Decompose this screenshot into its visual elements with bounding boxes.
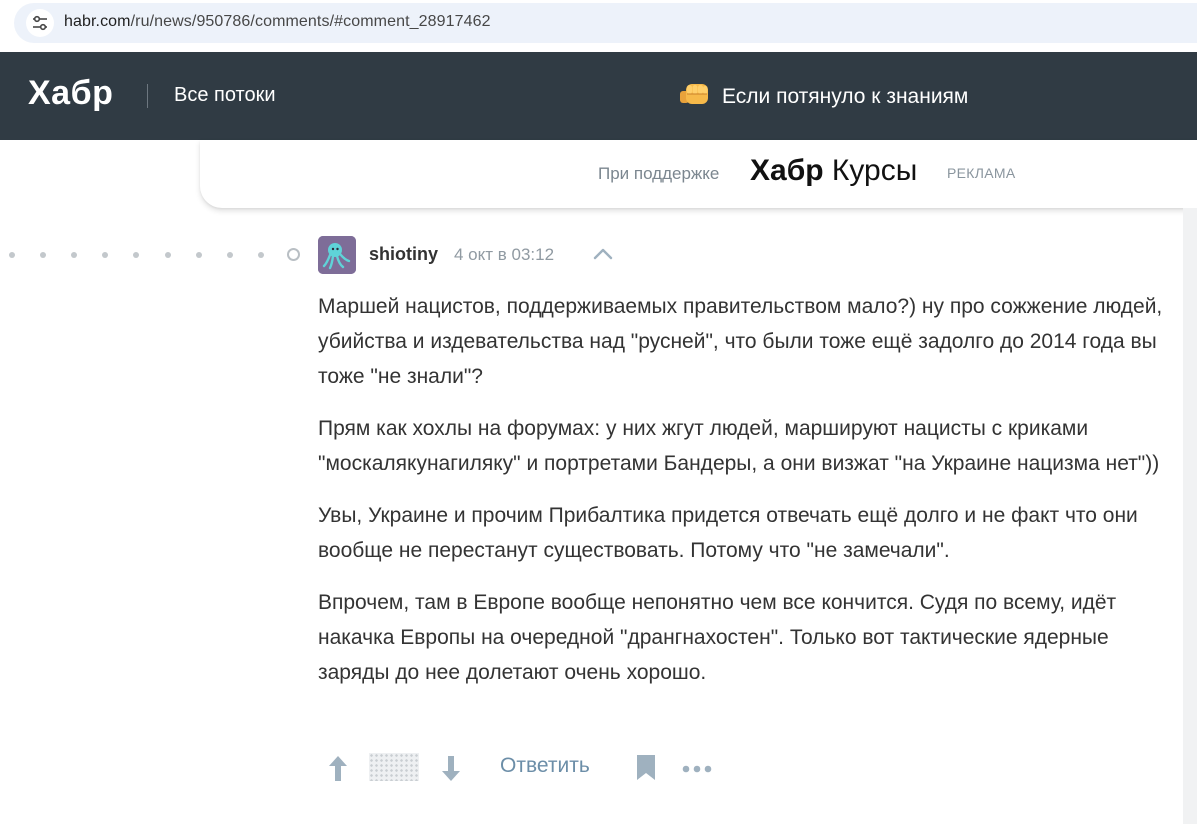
url-host: habr.com [64, 13, 131, 30]
ad-brand-regular: Курсы [823, 154, 918, 187]
thread-depth-indicator [0, 245, 310, 265]
thread-dot [196, 252, 202, 258]
arrow-up-icon[interactable] [326, 753, 350, 783]
browser-address-bar: habr.com/ru/news/950786/comments/#commen… [0, 0, 1197, 52]
comment-body: Маршей нацистов, поддерживаемых правител… [318, 289, 1178, 707]
comment-author[interactable]: shiotiny [369, 244, 438, 265]
arrow-down-icon[interactable] [439, 753, 463, 783]
all-flows-link[interactable]: Все потоки [174, 84, 276, 107]
reply-button[interactable]: Ответить [500, 754, 590, 778]
comment-paragraph: Увы, Украине и прочим Прибалтика придетс… [318, 504, 1138, 562]
bookmark-icon[interactable] [635, 753, 657, 781]
more-options-icon[interactable] [681, 761, 713, 773]
promo-banner[interactable]: Если потянуло к знаниям [678, 81, 968, 112]
comment-meta: shiotiny 4 окт в 03:12 [318, 236, 1178, 274]
habr-logo[interactable]: Хабр [28, 74, 113, 113]
site-settings-icon[interactable] [26, 9, 54, 37]
fist-emoji-icon [678, 81, 710, 112]
comment-paragraph: Впрочем, там в Европе вообще непонятно ч… [318, 591, 1117, 684]
avatar[interactable] [318, 236, 356, 274]
comment: shiotiny 4 окт в 03:12 Маршей нацистов, … [318, 236, 1178, 684]
promo-text: Если потянуло к знаниям [722, 84, 969, 108]
url-path: /ru/news/950786/comments/#comment_289174… [130, 13, 491, 30]
thread-current-ring [287, 248, 300, 261]
ad-brand-bold: Хабр [750, 154, 824, 187]
header-divider [147, 84, 148, 108]
comment-paragraph: Маршей нацистов, поддерживаемых правител… [318, 295, 1163, 388]
chevron-up-icon[interactable] [592, 246, 614, 262]
ad-support-text: При поддержке [598, 164, 720, 183]
vote-score-placeholder [369, 753, 419, 781]
thread-dot [133, 252, 139, 258]
thread-dot [227, 252, 233, 258]
site-header: Хабр Все потоки Если потянуло к знаниям [0, 52, 1197, 140]
thread-dot [9, 252, 15, 258]
thread-dot [71, 252, 77, 258]
comment-actions: Ответить [318, 745, 738, 789]
thread-dot [40, 252, 46, 258]
ad-brand-logo: Хабр Курсы [750, 154, 917, 188]
url-text[interactable]: habr.com/ru/news/950786/comments/#commen… [64, 13, 491, 31]
thread-dot [102, 252, 108, 258]
thread-dot [165, 252, 171, 258]
ad-label: РЕКЛАМА [947, 165, 1016, 181]
ad-card[interactable]: При поддержке Хабр Курсы РЕКЛАМА [200, 140, 1197, 208]
thread-dot [258, 252, 264, 258]
comment-time[interactable]: 4 окт в 03:12 [454, 245, 554, 265]
comment-paragraph: Прям как хохлы на форумах: у них жгут лю… [318, 417, 1160, 475]
scrollbar-track[interactable] [1183, 208, 1197, 824]
omnibox[interactable]: habr.com/ru/news/950786/comments/#commen… [14, 3, 1197, 43]
